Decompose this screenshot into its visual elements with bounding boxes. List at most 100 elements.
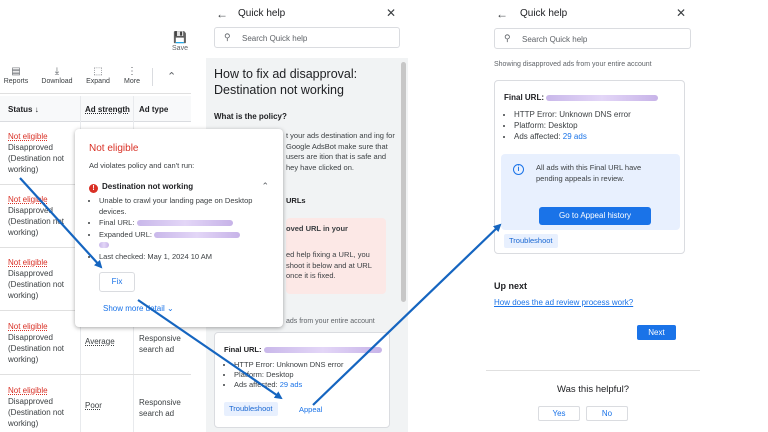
final-url-detail: Final URL:: [99, 218, 274, 229]
ad-strength-value[interactable]: Poor: [85, 401, 102, 410]
reports-button[interactable]: ▤ Reports: [3, 66, 29, 85]
url-card: Final URL: HTTP Error: Unknown DNS error…: [214, 332, 390, 428]
back-arrow-icon[interactable]: ←: [216, 7, 228, 21]
ad-strength-header[interactable]: Ad strength: [85, 105, 130, 114]
table-header: Status ↓ Ad strength Ad type: [0, 96, 191, 122]
close-icon[interactable]: ✕: [386, 6, 396, 20]
expanded-url-label: Expanded URL:: [99, 229, 152, 239]
ad-type-header[interactable]: Ad type: [139, 105, 168, 114]
more-label: More: [124, 78, 140, 85]
appeal-history-button[interactable]: Go to Appeal history: [539, 207, 651, 225]
status-header-label: Status: [8, 105, 33, 114]
final-url-label: Final URL:: [99, 218, 135, 227]
policy-heading: What is the policy?: [214, 112, 287, 121]
pending-appeal-text: All ads with this Final URL have pending…: [536, 163, 642, 183]
redacted-url: [136, 220, 233, 227]
redacted-url: [546, 94, 659, 101]
troubleshoot-button[interactable]: Troubleshoot: [224, 402, 278, 416]
ads-affected-link[interactable]: 29 ads: [563, 132, 587, 141]
download-button[interactable]: ⤓ Download: [40, 66, 74, 85]
popup-title: Not eligible: [89, 143, 139, 154]
ad-strength-value[interactable]: Average: [85, 337, 115, 346]
quick-help-header: ← Quick help ✕ ⚲ Search Quick help: [206, 0, 408, 58]
yes-button[interactable]: Yes: [538, 406, 580, 421]
policy-popup: Not eligible Ad violates policy and can'…: [75, 129, 283, 327]
up-next-heading: Up next: [494, 281, 528, 291]
error-icon: !: [89, 184, 98, 193]
status-reason: Disapproved (Destination not working): [8, 333, 65, 364]
status-header[interactable]: Status ↓: [8, 105, 39, 114]
search-placeholder: Search Quick help: [522, 35, 588, 44]
http-error: HTTP Error: Unknown DNS error: [234, 360, 343, 370]
status-not-eligible[interactable]: Not eligible: [8, 194, 78, 205]
ads-affected: Ads affected: 29 ads: [514, 131, 631, 142]
chevron-up-icon[interactable]: ⌃: [167, 70, 176, 83]
fix-button[interactable]: Fix: [99, 272, 135, 292]
issue-heading: ! Destination not working: [89, 182, 273, 193]
crawl-detail: Unable to crawl your landing page on Des…: [99, 196, 274, 217]
status-reason: Disapproved (Destination not working): [8, 269, 65, 300]
next-button[interactable]: Next: [637, 325, 676, 340]
stage: 💾 Save ▤ Reports ⤓ Download ⬚ Expand ⋮ M…: [0, 0, 768, 432]
reports-icon: ▤: [11, 66, 21, 77]
save-label: Save: [172, 45, 188, 52]
issue-details: Unable to crawl your landing page on Des…: [99, 196, 274, 263]
show-more-label: Show more detail: [103, 304, 165, 313]
redacted-url: [99, 242, 109, 249]
more-icon: ⋮: [127, 66, 137, 77]
final-url-row: Final URL:: [504, 93, 659, 102]
ads-affected-link[interactable]: 29 ads: [280, 380, 303, 389]
sort-arrow-icon: ↓: [34, 105, 39, 114]
status-not-eligible[interactable]: Not eligible: [8, 131, 78, 142]
status-not-eligible[interactable]: Not eligible: [8, 385, 78, 396]
download-label: Download: [41, 78, 73, 85]
final-url-label: Final URL:: [504, 93, 544, 102]
chevron-up-icon[interactable]: ⌃: [261, 181, 269, 192]
redacted-url: [263, 347, 382, 354]
expanded-url-detail: Expanded URL:: [99, 230, 274, 251]
no-button[interactable]: No: [586, 406, 628, 421]
troubleshoot-button[interactable]: Troubleshoot: [504, 234, 558, 248]
toolbar-divider: [152, 68, 153, 86]
issue-label: Destination not working: [102, 182, 194, 191]
platform: Platform: Desktop: [234, 370, 343, 380]
expand-button[interactable]: ⬚ Expand: [84, 66, 112, 85]
back-arrow-icon[interactable]: ←: [496, 7, 508, 21]
url-card: Final URL: HTTP Error: Unknown DNS error…: [494, 80, 685, 254]
ads-affected-label: Ads affected:: [514, 132, 561, 141]
redacted-url: [154, 231, 241, 238]
review-process-link[interactable]: How does the ad review process work?: [494, 298, 633, 307]
status-not-eligible[interactable]: Not eligible: [8, 257, 78, 268]
helpful-question: Was this helpful?: [557, 384, 629, 395]
article-title: How to fix ad disapproval: Destination n…: [214, 67, 358, 97]
source-note: ads from your entire account: [286, 318, 375, 325]
table-toolbar: ▤ Reports ⤓ Download ⬚ Expand ⋮ More ⌃: [0, 62, 191, 94]
top-bar: 💾 Save: [0, 0, 191, 62]
save-icon: 💾: [173, 32, 187, 44]
search-input[interactable]: ⚲ Search Quick help: [214, 27, 400, 48]
final-url-label: Final URL:: [224, 345, 262, 354]
scrollbar[interactable]: [401, 62, 406, 302]
search-input[interactable]: ⚲ Search Quick help: [494, 28, 691, 49]
download-icon: ⤓: [54, 66, 60, 77]
url-details: HTTP Error: Unknown DNS error Platform: …: [514, 109, 631, 142]
more-button[interactable]: ⋮ More: [121, 66, 143, 85]
disapproved-url-notice: oved URL in your ed help fixing a URL, y…: [286, 218, 386, 294]
http-error: HTTP Error: Unknown DNS error: [514, 109, 631, 120]
show-more-link[interactable]: Show more detail ⌄: [103, 304, 174, 313]
ads-affected-label: Ads affected:: [234, 380, 278, 389]
close-icon[interactable]: ✕: [676, 6, 686, 20]
last-checked: Last checked: May 1, 2024 10 AM: [99, 252, 274, 263]
source-note: Showing disapproved ads from your entire…: [494, 61, 652, 68]
info-icon: i: [513, 164, 524, 175]
url-details: HTTP Error: Unknown DNS error Platform: …: [234, 360, 343, 390]
pending-appeal-notice: i All ads with this Final URL have pendi…: [501, 154, 680, 230]
status-reason: Disapproved (Destination not working): [8, 206, 65, 237]
reports-label: Reports: [3, 78, 29, 85]
ad-type-value: Responsive search ad: [139, 334, 181, 354]
status-reason: Disapproved (Destination not working): [8, 143, 65, 174]
status-not-eligible[interactable]: Not eligible: [8, 321, 78, 332]
appeal-button[interactable]: Appeal: [299, 405, 322, 414]
search-placeholder: Search Quick help: [242, 34, 308, 43]
save-button[interactable]: 💾 Save: [168, 32, 191, 52]
